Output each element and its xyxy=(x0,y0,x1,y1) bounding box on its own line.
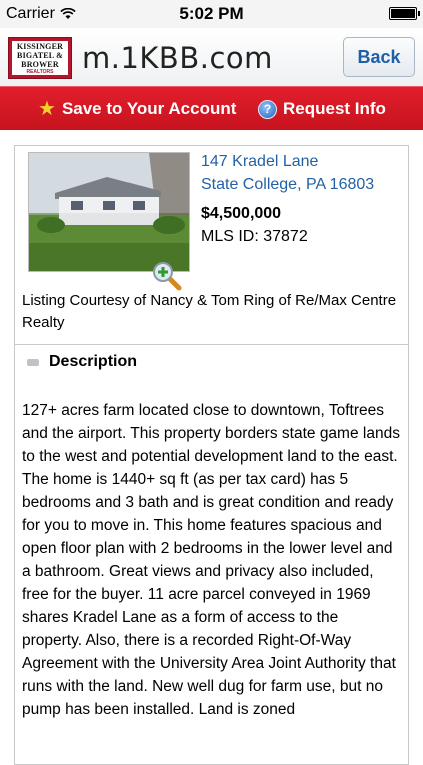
save-label: Save to Your Account xyxy=(61,99,237,118)
mls-id: MLS ID: 37872 xyxy=(201,228,308,245)
star-plus-icon: ★ xyxy=(38,98,56,120)
listing-price: $4,500,000 xyxy=(201,205,282,222)
company-logo[interactable]: KISSINGER BIGATEL & BROWER REALTORS xyxy=(8,37,72,79)
save-to-account-button[interactable]: ★ Save to Your Account xyxy=(38,87,236,131)
listing-card: 147 Kradel Lane State College, PA 16803 … xyxy=(14,145,409,765)
divider xyxy=(15,344,408,345)
carrier-label: Carrier xyxy=(6,5,55,22)
battery-icon xyxy=(389,7,420,20)
status-left: Carrier xyxy=(6,5,76,23)
logo-sub: REALTORS xyxy=(26,68,54,75)
collapse-minus-icon xyxy=(27,358,39,366)
request-info-button[interactable]: ? Request Info xyxy=(258,87,386,131)
site-title: m.1KBB.com xyxy=(82,41,273,75)
address-line-1[interactable]: 147 Kradel Lane xyxy=(201,153,318,171)
listing-summary: 147 Kradel Lane State College, PA 16803 … xyxy=(15,146,408,342)
property-photo[interactable] xyxy=(28,152,190,272)
description-toggle[interactable]: Description xyxy=(27,353,137,371)
listing-courtesy: Listing Courtesy of Nancy & Tom Ring of … xyxy=(22,292,397,331)
logo-line-1: KISSINGER xyxy=(16,41,64,51)
address-line-2[interactable]: State College, PA 16803 xyxy=(201,176,374,194)
back-button[interactable]: Back xyxy=(343,37,415,77)
action-bar: ★ Save to Your Account ? Request Info xyxy=(0,86,423,130)
logo-line-3: BROWER xyxy=(21,59,59,69)
description-body: 127+ acres farm located close to downtow… xyxy=(22,402,400,718)
question-icon: ? xyxy=(258,99,277,119)
app-header: KISSINGER BIGATEL & BROWER REALTORS m.1K… xyxy=(0,28,423,86)
logo-line-2: BIGATEL & xyxy=(17,50,63,60)
zoom-plus-icon[interactable] xyxy=(151,260,183,292)
status-bar: Carrier 5:02 PM xyxy=(0,0,423,28)
description-title: Description xyxy=(49,353,138,370)
wifi-icon xyxy=(60,8,76,19)
house-image xyxy=(29,153,189,271)
request-info-label: Request Info xyxy=(283,99,386,118)
status-time: 5:02 PM xyxy=(179,4,244,23)
